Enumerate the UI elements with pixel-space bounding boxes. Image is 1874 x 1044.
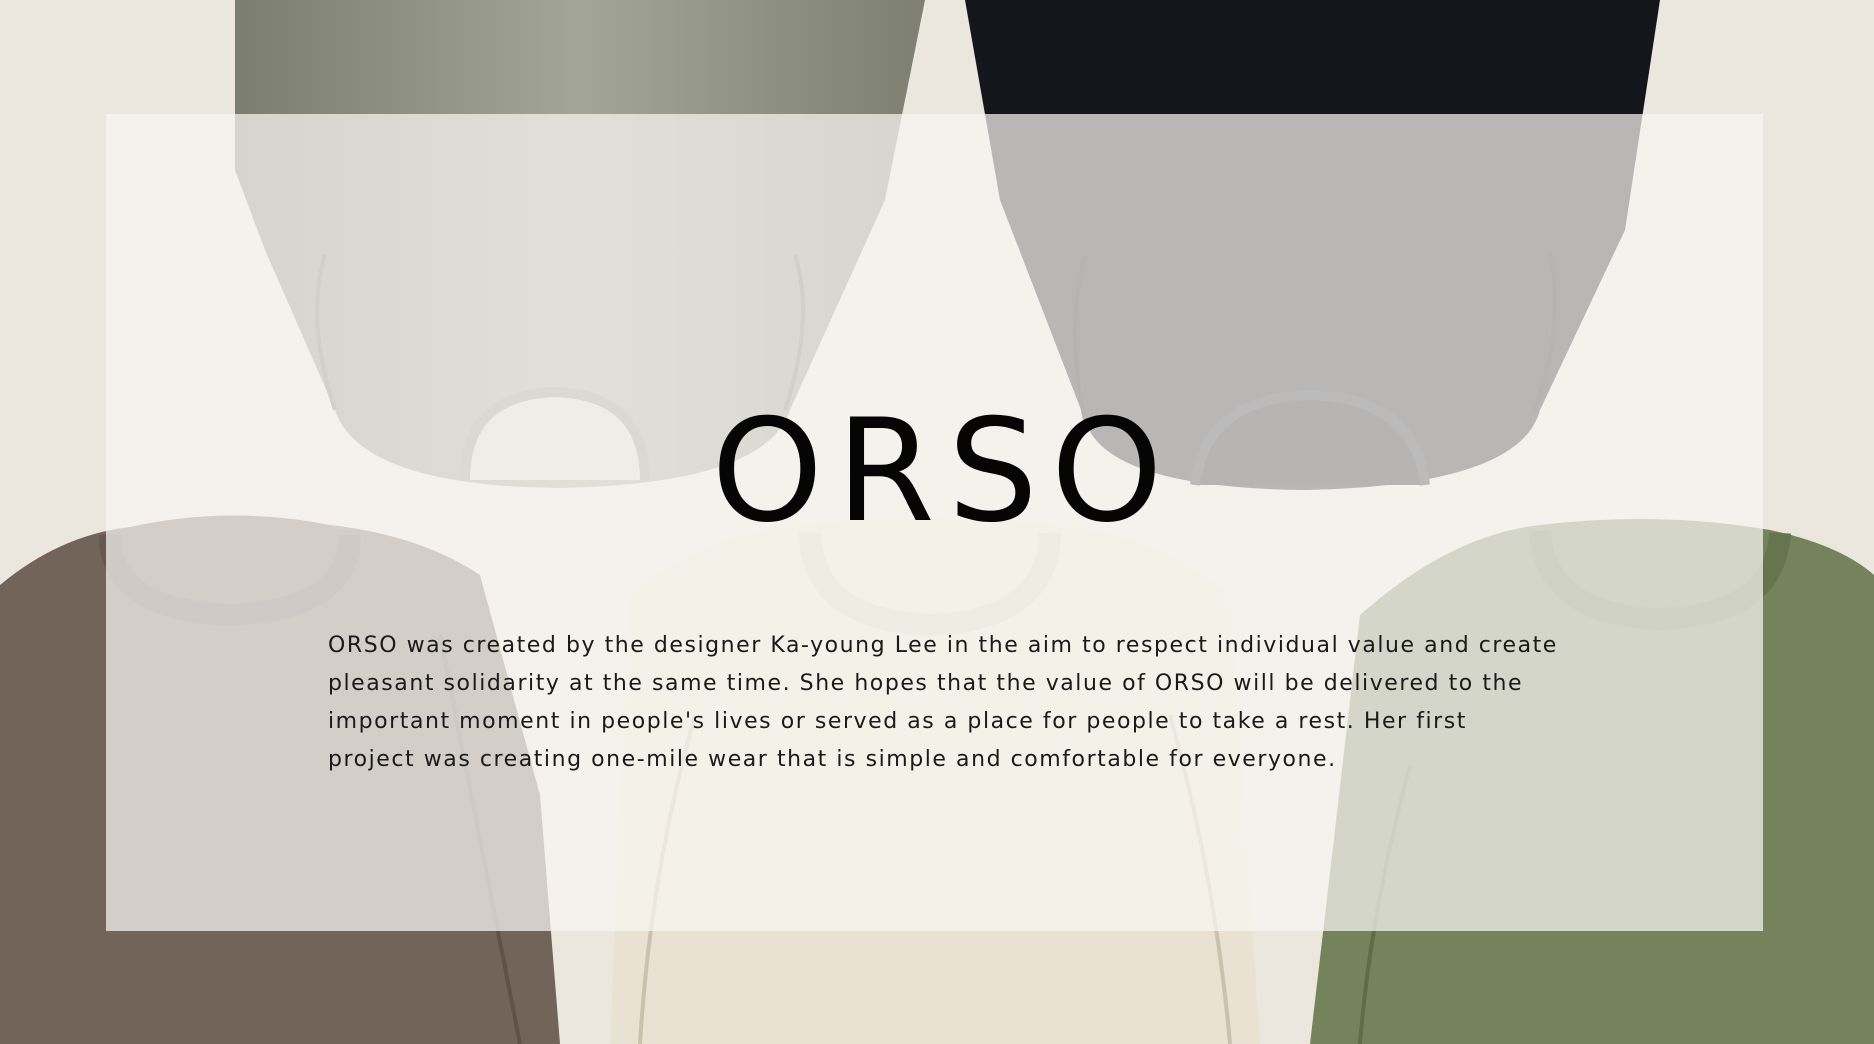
brand-description: ORSO was created by the designer Ka-youn… — [328, 633, 1558, 772]
hero-banner: ORSO ORSO was created by the designer Ka… — [0, 0, 1874, 1044]
brand-title: ORSO — [711, 389, 1176, 554]
